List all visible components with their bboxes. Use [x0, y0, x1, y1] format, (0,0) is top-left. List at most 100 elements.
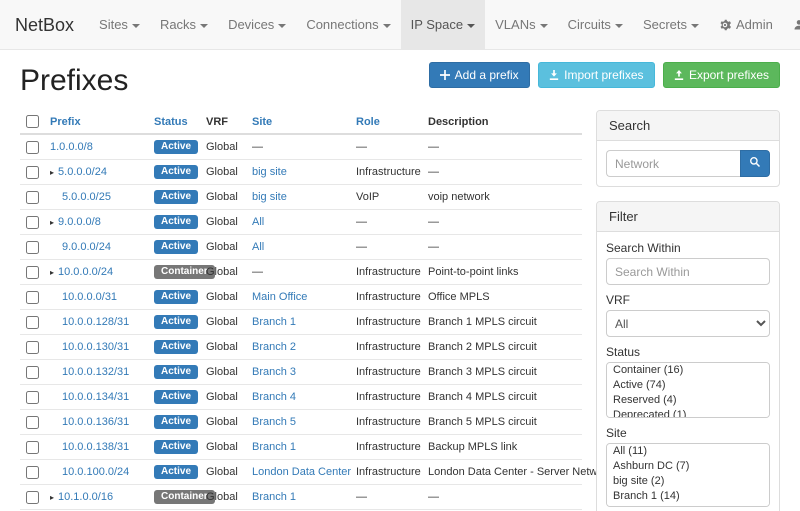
column-header-prefix[interactable]: Prefix [44, 110, 148, 134]
nav-item-racks[interactable]: Racks [150, 0, 218, 49]
prefix-link[interactable]: 9.0.0.0/24 [62, 241, 111, 253]
nav-item-connections[interactable]: Connections [296, 0, 400, 49]
column-header-role[interactable]: Role [350, 110, 422, 134]
site-link[interactable]: Branch 1 [252, 441, 296, 453]
prefix-link[interactable]: 10.0.0.138/31 [62, 441, 129, 453]
row-checkbox[interactable] [26, 341, 39, 354]
site-link[interactable]: London Data Center [252, 466, 351, 478]
site-filter-option[interactable]: Ashburn DC (7) [607, 459, 769, 474]
nav-item-circuits[interactable]: Circuits [558, 0, 633, 49]
site-link[interactable]: All [252, 216, 264, 228]
nav-item-secrets[interactable]: Secrets [633, 0, 709, 49]
nav-item-label: VLANs [495, 17, 535, 32]
search-panel-title: Search [597, 111, 779, 141]
user-icon [793, 19, 800, 31]
prefix-link[interactable]: 10.0.0.130/31 [62, 341, 129, 353]
site-link[interactable]: big site [252, 166, 287, 178]
description-value: London Data Center - Server Network [422, 460, 582, 485]
network-search-input[interactable] [606, 150, 740, 177]
prefix-link[interactable]: 10.0.0.0/24 [58, 266, 113, 278]
site-link[interactable]: Branch 1 [252, 491, 296, 503]
row-checkbox[interactable] [26, 141, 39, 154]
row-checkbox[interactable] [26, 266, 39, 279]
site-link[interactable]: Branch 4 [252, 391, 296, 403]
status-badge: Active [154, 440, 198, 454]
row-checkbox[interactable] [26, 291, 39, 304]
profile-menu-item[interactable]: Profile [783, 0, 800, 49]
prefix-link[interactable]: 10.0.0.0/31 [62, 291, 117, 303]
nav-item-ip-space[interactable]: IP Space [401, 0, 486, 49]
site-link[interactable]: Branch 2 [252, 341, 296, 353]
row-checkbox[interactable] [26, 316, 39, 329]
site-link[interactable]: big site [252, 191, 287, 203]
nav-item-sites[interactable]: Sites [89, 0, 150, 49]
site-filter-option[interactable]: All (11) [607, 444, 769, 459]
table-row: ▸10.0.100.0/24 Active Global London Data… [20, 460, 582, 485]
prefix-link[interactable]: 10.0.100.0/24 [62, 466, 129, 478]
status-filter-option[interactable]: Deprecated (1) [607, 408, 769, 418]
prefix-link[interactable]: 10.0.0.132/31 [62, 366, 129, 378]
row-checkbox[interactable] [26, 391, 39, 404]
site-filter-option[interactable]: Branch 1 (14) [607, 489, 769, 504]
table-row: ▸10.0.0.130/31 Active Global Branch 2 In… [20, 335, 582, 360]
description-value: Branch 4 MPLS circuit [422, 385, 582, 410]
site-filter-option[interactable]: Branch 2 (10) [607, 504, 769, 507]
row-checkbox[interactable] [26, 216, 39, 229]
site-link[interactable]: Branch 1 [252, 316, 296, 328]
prefix-link[interactable]: 10.0.0.136/31 [62, 416, 129, 428]
column-header-site[interactable]: Site [246, 110, 350, 134]
nav-item-devices[interactable]: Devices [218, 0, 296, 49]
role-value: Infrastructure [350, 310, 422, 335]
row-checkbox[interactable] [26, 241, 39, 254]
site-link[interactable]: Branch 5 [252, 416, 296, 428]
site-filter-label: Site [606, 426, 770, 440]
site-link[interactable]: All [252, 241, 264, 253]
description-value: Branch 2 MPLS circuit [422, 335, 582, 360]
prefix-link[interactable]: 9.0.0.0/8 [58, 216, 101, 228]
site-filter-listbox[interactable]: All (11)Ashburn DC (7)big site (2)Branch… [606, 443, 770, 507]
row-checkbox[interactable] [26, 491, 39, 504]
row-checkbox[interactable] [26, 166, 39, 179]
caret-down-icon [200, 24, 208, 28]
table-row: ▸10.0.0.134/31 Active Global Branch 4 In… [20, 385, 582, 410]
search-within-input[interactable] [606, 258, 770, 285]
select-all-checkbox[interactable] [26, 115, 39, 128]
prefix-link[interactable]: 10.1.0.0/16 [58, 491, 113, 503]
row-checkbox[interactable] [26, 191, 39, 204]
table-row: ▸5.0.0.0/25 Active Global big site VoIP … [20, 185, 582, 210]
main-menu: Sites Racks Devices Connections IP Space… [89, 0, 709, 49]
site-filter-option[interactable]: big site (2) [607, 474, 769, 489]
search-icon [749, 156, 761, 171]
status-badge: Active [154, 165, 198, 179]
app-logo[interactable]: NetBox [0, 0, 89, 49]
site-link[interactable]: Main Office [252, 291, 307, 303]
prefix-link[interactable]: 5.0.0.0/25 [62, 191, 111, 203]
vrf-value: Global [200, 460, 246, 485]
row-checkbox[interactable] [26, 366, 39, 379]
column-header-status[interactable]: Status [148, 110, 200, 134]
import-prefixes-button[interactable]: Import prefixes [538, 62, 654, 88]
row-checkbox[interactable] [26, 441, 39, 454]
search-button[interactable] [740, 150, 770, 177]
status-badge: Active [154, 365, 198, 379]
status-filter-option[interactable]: Container (16) [607, 363, 769, 378]
row-checkbox[interactable] [26, 416, 39, 429]
add-prefix-button[interactable]: Add a prefix [429, 62, 530, 88]
table-header-row: Prefix Status VRF Site Role Description [20, 110, 582, 134]
vrf-filter-select[interactable]: All [606, 310, 770, 337]
status-filter-option[interactable]: Reserved (4) [607, 393, 769, 408]
status-filter-listbox[interactable]: Container (16)Active (74)Reserved (4)Dep… [606, 362, 770, 418]
prefix-link[interactable]: 1.0.0.0/8 [50, 141, 93, 153]
row-checkbox[interactable] [26, 466, 39, 479]
prefix-link[interactable]: 10.0.0.134/31 [62, 391, 129, 403]
gear-icon [719, 19, 731, 31]
admin-menu-item[interactable]: Admin [709, 0, 783, 49]
site-link[interactable]: Branch 3 [252, 366, 296, 378]
nav-item-vlans[interactable]: VLANs [485, 0, 557, 49]
vrf-value: Global [200, 360, 246, 385]
prefix-link[interactable]: 10.0.0.128/31 [62, 316, 129, 328]
export-prefixes-button[interactable]: Export prefixes [663, 62, 780, 88]
prefix-link[interactable]: 5.0.0.0/24 [58, 166, 107, 178]
status-filter-option[interactable]: Active (74) [607, 378, 769, 393]
nav-item-label: Secrets [643, 17, 687, 32]
